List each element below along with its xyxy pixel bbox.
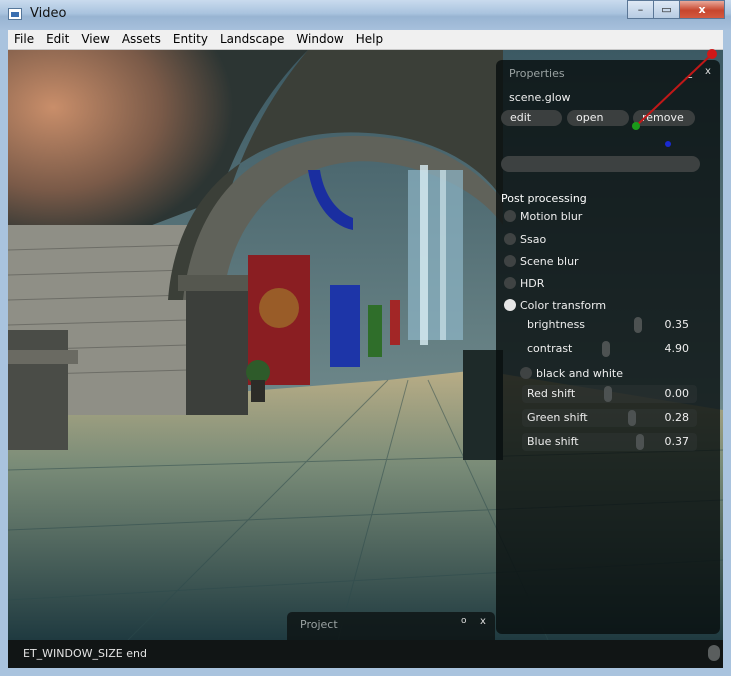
black-and-white-toggle[interactable]: black and white xyxy=(520,365,623,381)
close-button[interactable]: x xyxy=(679,0,725,19)
brightness-slider-handle[interactable] xyxy=(634,317,642,333)
menu-landscape[interactable]: Landscape xyxy=(214,30,290,49)
blue-shift-slider-handle[interactable] xyxy=(636,434,644,450)
red-shift-slider-handle[interactable] xyxy=(604,386,612,402)
project-panel-minimize-button[interactable]: o xyxy=(461,616,467,626)
ssao-checkbox[interactable] xyxy=(504,233,516,245)
motion-blur-checkbox[interactable] xyxy=(504,210,516,222)
post-processing-heading: Post processing xyxy=(501,192,587,205)
blue-shift-slider[interactable]: Blue shift 0.37 xyxy=(522,433,697,451)
open-button[interactable]: open xyxy=(567,110,629,126)
console-scroll-handle[interactable] xyxy=(708,645,720,661)
maximize-button[interactable]: ▭ xyxy=(653,0,680,19)
hdr-toggle[interactable]: HDR xyxy=(504,275,544,291)
menu-edit[interactable]: Edit xyxy=(40,30,75,49)
window-frame-left xyxy=(0,30,8,676)
motion-blur-label: Motion blur xyxy=(520,209,583,223)
black-and-white-checkbox[interactable] xyxy=(520,367,532,379)
blue-shift-value: 0.37 xyxy=(664,435,690,448)
log-console: ET_WINDOW_SIZE end xyxy=(8,640,723,668)
edit-button[interactable]: edit xyxy=(501,110,562,126)
hdr-checkbox[interactable] xyxy=(504,277,516,289)
contrast-slider-handle[interactable] xyxy=(602,341,610,357)
caption-buttons: – ▭ x xyxy=(627,0,725,20)
menu-bar: File Edit View Assets Entity Landscape W… xyxy=(8,30,723,50)
brightness-label: brightness xyxy=(527,318,586,331)
brightness-value: 0.35 xyxy=(664,318,690,331)
red-shift-label: Red shift xyxy=(527,387,576,400)
file-name-label: scene.glow xyxy=(509,91,571,104)
motion-blur-toggle[interactable]: Motion blur xyxy=(504,208,582,224)
status-message: ET_WINDOW_SIZE end xyxy=(23,647,147,660)
project-panel-close-button[interactable]: x xyxy=(480,616,486,627)
blue-shift-label: Blue shift xyxy=(527,435,579,448)
ssao-toggle[interactable]: Ssao xyxy=(504,231,546,247)
contrast-slider[interactable]: contrast 4.90 xyxy=(522,340,697,358)
minimize-button[interactable]: – xyxy=(627,0,654,19)
menu-view[interactable]: View xyxy=(75,30,115,49)
scene-blur-toggle[interactable]: Scene blur xyxy=(504,253,579,269)
properties-title: Properties xyxy=(509,67,565,80)
hdr-label: HDR xyxy=(520,276,545,290)
scene-blur-checkbox[interactable] xyxy=(504,255,516,267)
menu-assets[interactable]: Assets xyxy=(116,30,167,49)
green-shift-value: 0.28 xyxy=(664,411,690,424)
menu-window[interactable]: Window xyxy=(290,30,349,49)
color-transform-label: Color transform xyxy=(520,298,607,312)
menu-file[interactable]: File xyxy=(8,30,40,49)
green-shift-label: Green shift xyxy=(527,411,588,424)
black-and-white-label: black and white xyxy=(536,366,623,380)
color-transform-toggle[interactable]: Color transform xyxy=(504,297,606,313)
menu-help[interactable]: Help xyxy=(350,30,389,49)
brightness-slider[interactable]: brightness 0.35 xyxy=(522,316,697,334)
green-shift-slider-handle[interactable] xyxy=(628,410,636,426)
project-panel-title: Project xyxy=(300,618,338,631)
project-panel[interactable]: Project o x xyxy=(287,612,495,640)
contrast-value: 4.90 xyxy=(664,342,690,355)
app-window-icon xyxy=(8,8,22,20)
window-title: Video xyxy=(30,6,67,21)
window-frame-bottom xyxy=(0,668,731,676)
axis-gizmo-icon[interactable] xyxy=(624,48,720,148)
contrast-label: contrast xyxy=(527,342,573,355)
title-bar[interactable]: Video – ▭ x xyxy=(0,0,731,30)
color-transform-checkbox[interactable] xyxy=(504,299,516,311)
red-shift-slider[interactable]: Red shift 0.00 xyxy=(522,385,697,403)
window-frame-right xyxy=(723,30,731,676)
name-input[interactable] xyxy=(501,156,700,172)
red-shift-value: 0.00 xyxy=(664,387,690,400)
scene-blur-label: Scene blur xyxy=(520,254,579,268)
ssao-label: Ssao xyxy=(520,232,547,246)
menu-entity[interactable]: Entity xyxy=(167,30,214,49)
green-shift-slider[interactable]: Green shift 0.28 xyxy=(522,409,697,427)
